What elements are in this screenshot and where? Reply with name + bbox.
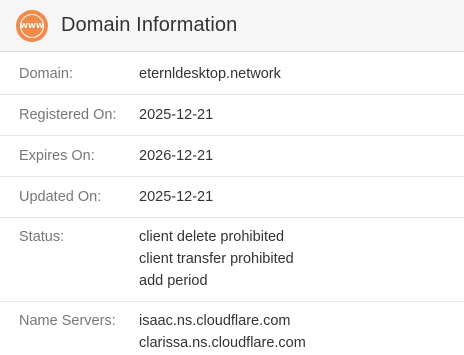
- www-globe-icon: WWW: [16, 9, 48, 42]
- info-row-status: Status: client delete prohibited client …: [0, 218, 464, 302]
- row-label: Registered On:: [19, 107, 117, 123]
- updated-on-value: 2025-12-21: [139, 189, 214, 205]
- row-value: isaac.ns.cloudflare.com clarissa.ns.clou…: [139, 310, 306, 355]
- status-value: client delete prohibited: [139, 229, 285, 245]
- expires-on-value: 2026-12-21: [139, 148, 214, 164]
- row-label: Updated On:: [19, 189, 102, 205]
- panel-header: WWW Domain Information: [0, 0, 464, 52]
- row-value: 2026-12-21: [139, 145, 213, 176]
- name-server-value: clarissa.ns.cloudflare.com: [139, 335, 306, 351]
- info-row-name-servers: Name Servers: isaac.ns.cloudflare.com cl…: [0, 302, 464, 355]
- row-value: client delete prohibited client transfer…: [139, 226, 294, 301]
- info-row-domain: Domain: eternldesktop.network: [0, 52, 464, 95]
- row-label: Status:: [19, 229, 65, 245]
- panel-title: Domain Information: [61, 14, 238, 36]
- row-label: Expires On:: [19, 148, 95, 164]
- info-row-updated-on: Updated On: 2025-12-21: [0, 177, 464, 218]
- status-value: client transfer prohibited: [139, 251, 294, 267]
- row-value: 2025-12-21: [139, 186, 213, 217]
- domain-information-panel: WWW Domain Information Domain: eternldes…: [0, 0, 464, 355]
- info-row-registered-on: Registered On: 2025-12-21: [0, 95, 464, 136]
- name-server-value: isaac.ns.cloudflare.com: [139, 313, 291, 329]
- domain-value: eternldesktop.network: [139, 66, 281, 82]
- status-value: add period: [139, 273, 208, 289]
- row-value: eternldesktop.network: [139, 63, 281, 94]
- registered-on-value: 2025-12-21: [139, 107, 214, 123]
- row-value: 2025-12-21: [139, 104, 213, 135]
- info-row-expires-on: Expires On: 2026-12-21: [0, 136, 464, 177]
- row-label: Domain:: [19, 66, 73, 82]
- row-label: Name Servers:: [19, 313, 116, 329]
- www-icon-text: WWW: [20, 13, 44, 38]
